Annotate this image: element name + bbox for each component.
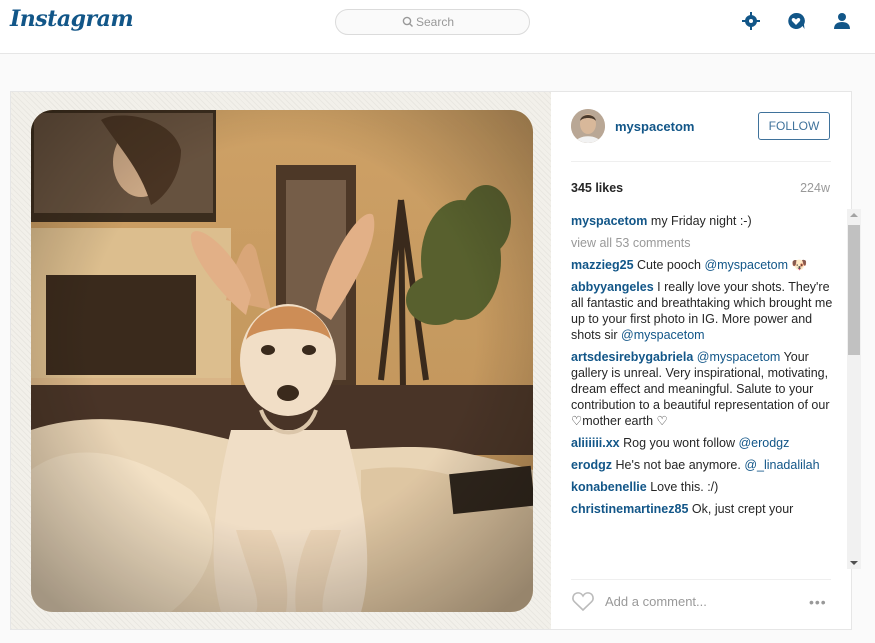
divider xyxy=(571,579,831,580)
comment-username[interactable]: erodgz xyxy=(571,458,612,472)
post-photo[interactable] xyxy=(31,110,533,612)
post-card: myspacetom FOLLOW 345 likes 224w myspace… xyxy=(10,91,861,630)
comment-mention[interactable]: @myspacetom xyxy=(697,350,781,364)
comment: christinemartinez85 Ok, just crept your xyxy=(571,501,837,517)
comment: erodgz He's not bae anymore. @_linadalil… xyxy=(571,457,837,473)
caption-text: my Friday night :-) xyxy=(650,214,752,228)
avatar[interactable] xyxy=(571,109,605,143)
caption-username[interactable]: myspacetom xyxy=(571,214,647,228)
comment-username[interactable]: abbyyangeles xyxy=(571,280,654,294)
comment-text: Ok, just crept your xyxy=(691,502,794,516)
search-input[interactable] xyxy=(416,14,516,30)
comment: aliiiiii.xx Rog you wont follow @erodgz xyxy=(571,435,837,451)
search-box[interactable] xyxy=(335,9,530,35)
divider xyxy=(571,161,831,162)
comment-username[interactable]: konabenellie xyxy=(571,480,647,494)
comments-scrollbar[interactable] xyxy=(847,209,861,569)
comment-mention[interactable]: @erodgz xyxy=(738,436,789,450)
instagram-logo[interactable]: Instagram xyxy=(10,6,134,32)
comment: artsdesirebygabriela @myspacetom Your ga… xyxy=(571,349,837,429)
profile-icon[interactable] xyxy=(831,10,853,32)
comment-text-after: 🐶 xyxy=(787,258,808,272)
comment-text: Rog you wont follow xyxy=(623,436,739,450)
comment-username[interactable]: mazzieg25 xyxy=(571,258,634,272)
activity-heart-icon[interactable] xyxy=(785,10,807,32)
comment-text: He's not bae anymore. xyxy=(615,458,745,472)
comment: abbyyangeles I really love your shots. T… xyxy=(571,279,837,343)
comment-items: mazzieg25 Cute pooch @myspacetom 🐶 abbyya… xyxy=(571,257,837,517)
comment-mention[interactable]: @myspacetom xyxy=(704,258,788,272)
comment-mention[interactable]: @_linadalilah xyxy=(744,458,819,472)
add-comment-input[interactable] xyxy=(605,592,745,610)
comment-username[interactable]: aliiiiii.xx xyxy=(571,436,620,450)
more-options-button[interactable]: ••• xyxy=(809,594,827,610)
scroll-up-arrow-icon[interactable] xyxy=(850,213,858,217)
post-sidebar: myspacetom FOLLOW 345 likes 224w myspace… xyxy=(551,92,861,629)
explore-compass-icon[interactable] xyxy=(740,10,762,32)
comment-text: Love this. :/) xyxy=(650,480,719,494)
likes-count[interactable]: 345 likes xyxy=(571,181,623,195)
dog-photo-image xyxy=(31,110,533,612)
photo-panel xyxy=(11,92,551,629)
like-heart-icon[interactable] xyxy=(571,590,595,612)
scrollbar-thumb[interactable] xyxy=(848,225,860,355)
post-timestamp[interactable]: 224w xyxy=(800,181,830,195)
comment-username[interactable]: christinemartinez85 xyxy=(571,502,688,516)
comment: mazzieg25 Cute pooch @myspacetom 🐶 xyxy=(571,257,837,273)
comment-username[interactable]: artsdesirebygabriela xyxy=(571,350,693,364)
comment-mention[interactable]: @myspacetom xyxy=(621,328,705,342)
view-all-comments-link[interactable]: view all 53 comments xyxy=(571,235,837,251)
avatar-image xyxy=(571,109,605,143)
search-icon xyxy=(402,16,413,27)
caption: myspacetom my Friday night :-) xyxy=(571,213,837,229)
comment: konabenellie Love this. :/) xyxy=(571,479,837,495)
scroll-down-arrow-icon[interactable] xyxy=(850,561,858,565)
comments-list: myspacetom my Friday night :-) view all … xyxy=(571,213,837,569)
post-username[interactable]: myspacetom xyxy=(615,119,694,134)
follow-button[interactable]: FOLLOW xyxy=(758,112,830,140)
top-navbar: Instagram xyxy=(0,0,875,54)
comment-text: Cute pooch xyxy=(637,258,705,272)
